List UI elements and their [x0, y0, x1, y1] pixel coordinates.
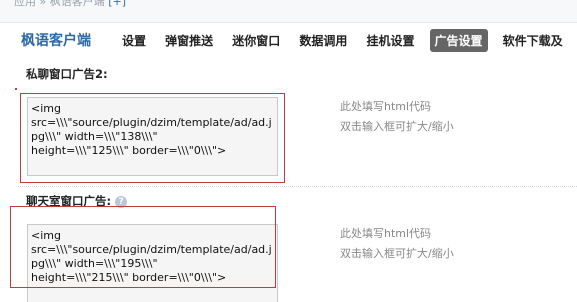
tab-software-download[interactable]: 软件下载及	[499, 29, 567, 52]
hint-double-click-resize: 双击输入框可扩大/缩小	[340, 247, 454, 260]
tab-mini-window[interactable]: 迷你窗口	[228, 29, 284, 52]
private-chat-ad2-label: 私聊窗口广告2:	[26, 67, 108, 81]
top-strip: 应用 » 枫语客户端 [+]	[0, 0, 577, 23]
chatroom-ad-hint: 此处填写html代码 双击输入框可扩大/缩小	[340, 224, 454, 264]
tab-ad-settings[interactable]: 广告设置	[429, 29, 488, 52]
chatroom-ad-label: 聊天室窗口广告:?	[26, 193, 128, 209]
tab-popup-push[interactable]: 弹窗推送	[161, 29, 217, 52]
chatroom-ad-label-text: 聊天室窗口广告:	[26, 194, 112, 208]
hint-html-code: 此处填写html代码	[340, 227, 432, 240]
tab-data-call[interactable]: 数据调用	[295, 29, 351, 52]
breadcrumb-text: 应用 » 枫语客户端	[14, 0, 105, 8]
brand-title: 枫语客户端	[21, 33, 91, 49]
breadcrumb: 应用 » 枫语客户端 [+]	[14, 0, 126, 9]
chatroom-ad-code-input[interactable]: <img src=\\\"source/plugin/dzim/template…	[27, 224, 278, 302]
tab-idle-settings[interactable]: 挂机设置	[362, 29, 418, 52]
settings-nav: 设置 弹窗推送 迷你窗口 数据调用 挂机设置 广告设置 软件下载及	[118, 29, 573, 52]
private-chat-ad2-hint: 此处填写html代码 双击输入框可扩大/缩小	[340, 97, 454, 137]
section-divider	[18, 186, 577, 187]
plugin-header: 枫语客户端 设置 弹窗推送 迷你窗口 数据调用 挂机设置 广告设置 软件下载及	[0, 26, 577, 56]
annotation-dot	[15, 88, 17, 90]
private-chat-ad2-code-input[interactable]: <img src=\\\"source/plugin/dzim/template…	[27, 97, 278, 176]
hint-html-code: 此处填写html代码	[340, 100, 432, 113]
tab-settings[interactable]: 设置	[118, 29, 150, 52]
hint-double-click-resize: 双击输入框可扩大/缩小	[340, 120, 454, 133]
help-icon[interactable]: ?	[115, 195, 128, 208]
breadcrumb-link[interactable]: [+]	[108, 0, 126, 8]
